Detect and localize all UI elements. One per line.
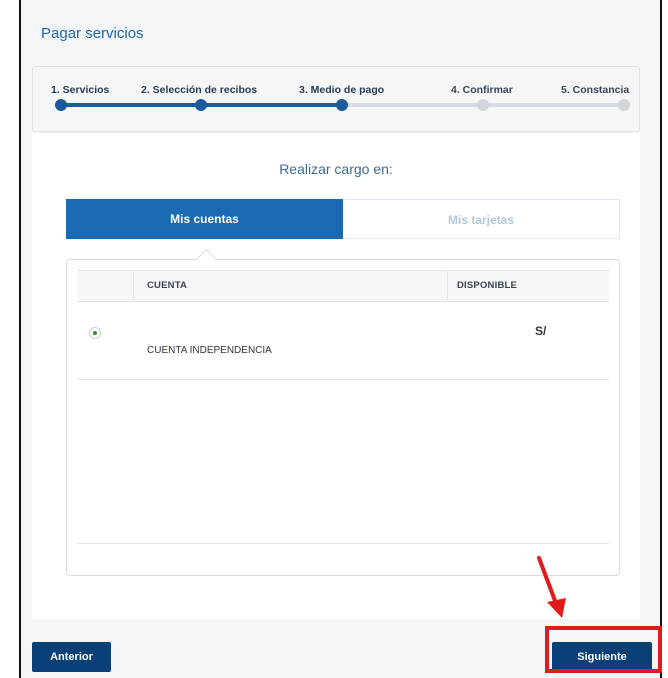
- previous-button[interactable]: Anterior: [32, 642, 111, 672]
- step-4-label: 4. Confirmar: [451, 84, 513, 96]
- account-name: CUENTA INDEPENDENCIA: [147, 345, 272, 356]
- table-header: CUENTA DISPONIBLE: [77, 270, 609, 302]
- radio-selected-dot: [93, 331, 97, 335]
- tab-pointer-notch: [195, 248, 218, 271]
- tab-mis-cuentas[interactable]: Mis cuentas: [66, 199, 343, 239]
- column-header-disponible: DISPONIBLE: [457, 280, 518, 291]
- stepper: 1. Servicios 2. Selección de recibos 3. …: [32, 66, 640, 132]
- step-1-label: 1. Servicios: [51, 84, 110, 96]
- step-2-label: 2. Selección de recibos: [141, 84, 258, 96]
- step-3-label: 3. Medio de pago: [299, 84, 385, 96]
- accounts-card: CUENTA DISPONIBLE CUENTA INDEPENDENCIA S…: [66, 248, 620, 576]
- step-5-label: 5. Constancia: [561, 84, 630, 96]
- row-divider: [77, 379, 609, 380]
- tab-mis-tarjetas[interactable]: Mis tarjetas: [343, 199, 620, 239]
- annotation-highlight-box: [545, 626, 662, 673]
- annotation-arrow-icon: [537, 556, 566, 618]
- step-5-dot: [618, 99, 630, 111]
- column-divider: [447, 271, 448, 301]
- account-radio[interactable]: [89, 327, 101, 339]
- account-available: S/: [535, 324, 547, 338]
- step-1-dot: [55, 99, 67, 111]
- content-area: Realizar cargo en: Mis cuentas Mis tarje…: [32, 133, 640, 619]
- payment-source-tabs: Mis cuentas Mis tarjetas: [66, 199, 620, 239]
- table-bottom-divider: [77, 543, 609, 544]
- column-divider: [133, 271, 134, 301]
- step-4-dot: [477, 99, 489, 111]
- step-2-dot: [195, 99, 207, 111]
- step-3-dot: [336, 99, 348, 111]
- page-title: Pagar servicios: [41, 25, 144, 42]
- section-subtitle: Realizar cargo en:: [279, 161, 393, 177]
- frame-right-border: [660, 0, 662, 678]
- column-header-cuenta: CUENTA: [147, 280, 188, 291]
